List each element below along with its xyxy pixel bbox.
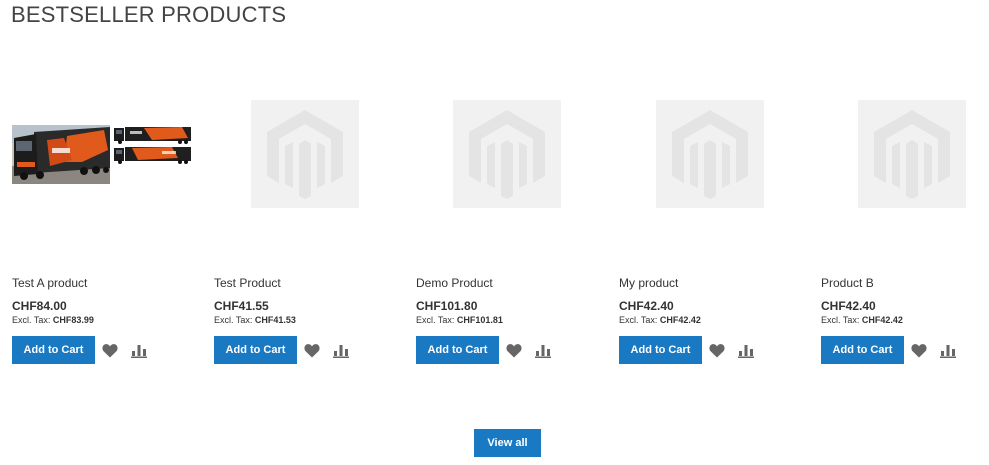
- product-name[interactable]: Demo Product: [416, 276, 493, 290]
- excl-tax-label: Excl. Tax:: [214, 315, 253, 325]
- excl-tax-label: Excl. Tax:: [821, 315, 860, 325]
- heart-icon[interactable]: [506, 343, 522, 358]
- truck-photo: [12, 125, 191, 184]
- magento-logo-icon: [267, 110, 343, 199]
- price-excl-tax: Excl. Tax: CHF42.42: [619, 315, 701, 325]
- add-to-cart-button[interactable]: Add to Cart: [214, 336, 297, 364]
- product-image[interactable]: [821, 70, 989, 260]
- product-item: Product B CHF42.40 Excl. Tax: CHF42.42 A…: [821, 70, 989, 370]
- image-placeholder: [656, 100, 764, 208]
- view-all-button[interactable]: View all: [474, 429, 541, 457]
- bar-chart-icon[interactable]: [535, 344, 551, 358]
- product-price: CHF41.55: [214, 299, 269, 313]
- add-to-cart-button[interactable]: Add to Cart: [619, 336, 702, 364]
- product-name[interactable]: Product B: [821, 276, 874, 290]
- image-placeholder: [858, 100, 966, 208]
- product-price: CHF42.40: [619, 299, 674, 313]
- bestseller-widget: BESTSELLER PRODUCTS Test A product CHF84…: [0, 0, 989, 465]
- bar-chart-icon[interactable]: [131, 344, 147, 358]
- product-image[interactable]: [416, 70, 606, 260]
- excl-tax-label: Excl. Tax:: [416, 315, 455, 325]
- excl-tax-value: CHF42.42: [861, 315, 903, 325]
- price-excl-tax: Excl. Tax: CHF41.53: [214, 315, 296, 325]
- product-item: Test A product CHF84.00 Excl. Tax: CHF83…: [12, 70, 202, 370]
- product-price: CHF101.80: [416, 299, 478, 313]
- excl-tax-value: CHF42.42: [659, 315, 701, 325]
- add-to-cart-button[interactable]: Add to Cart: [12, 336, 95, 364]
- image-placeholder: [453, 100, 561, 208]
- price-excl-tax: Excl. Tax: CHF83.99: [12, 315, 94, 325]
- magento-logo-icon: [672, 110, 748, 199]
- excl-tax-value: CHF83.99: [52, 315, 94, 325]
- heart-icon[interactable]: [304, 343, 320, 358]
- heart-icon[interactable]: [102, 343, 118, 358]
- add-to-cart-button[interactable]: Add to Cart: [416, 336, 499, 364]
- magento-logo-icon: [469, 110, 545, 199]
- product-image[interactable]: [12, 70, 202, 260]
- heart-icon[interactable]: [911, 343, 927, 358]
- product-name[interactable]: Test A product: [12, 276, 87, 290]
- product-name[interactable]: Test Product: [214, 276, 281, 290]
- bar-chart-icon[interactable]: [738, 344, 754, 358]
- product-item: Test Product CHF41.55 Excl. Tax: CHF41.5…: [214, 70, 404, 370]
- price-excl-tax: Excl. Tax: CHF101.81: [416, 315, 503, 325]
- bar-chart-icon[interactable]: [940, 344, 956, 358]
- excl-tax-label: Excl. Tax:: [619, 315, 658, 325]
- product-price: CHF84.00: [12, 299, 67, 313]
- product-image[interactable]: [619, 70, 809, 260]
- product-item: Demo Product CHF101.80 Excl. Tax: CHF101…: [416, 70, 606, 370]
- section-title: BESTSELLER PRODUCTS: [11, 2, 287, 27]
- excl-tax-value: CHF41.53: [254, 315, 296, 325]
- add-to-cart-button[interactable]: Add to Cart: [821, 336, 904, 364]
- excl-tax-value: CHF101.81: [456, 315, 503, 325]
- product-name[interactable]: My product: [619, 276, 678, 290]
- price-excl-tax: Excl. Tax: CHF42.42: [821, 315, 903, 325]
- excl-tax-label: Excl. Tax:: [12, 315, 51, 325]
- bar-chart-icon[interactable]: [333, 344, 349, 358]
- image-placeholder: [251, 100, 359, 208]
- product-price: CHF42.40: [821, 299, 876, 313]
- heart-icon[interactable]: [709, 343, 725, 358]
- product-item: My product CHF42.40 Excl. Tax: CHF42.42 …: [619, 70, 809, 370]
- product-image[interactable]: [214, 70, 404, 260]
- magento-logo-icon: [874, 110, 950, 199]
